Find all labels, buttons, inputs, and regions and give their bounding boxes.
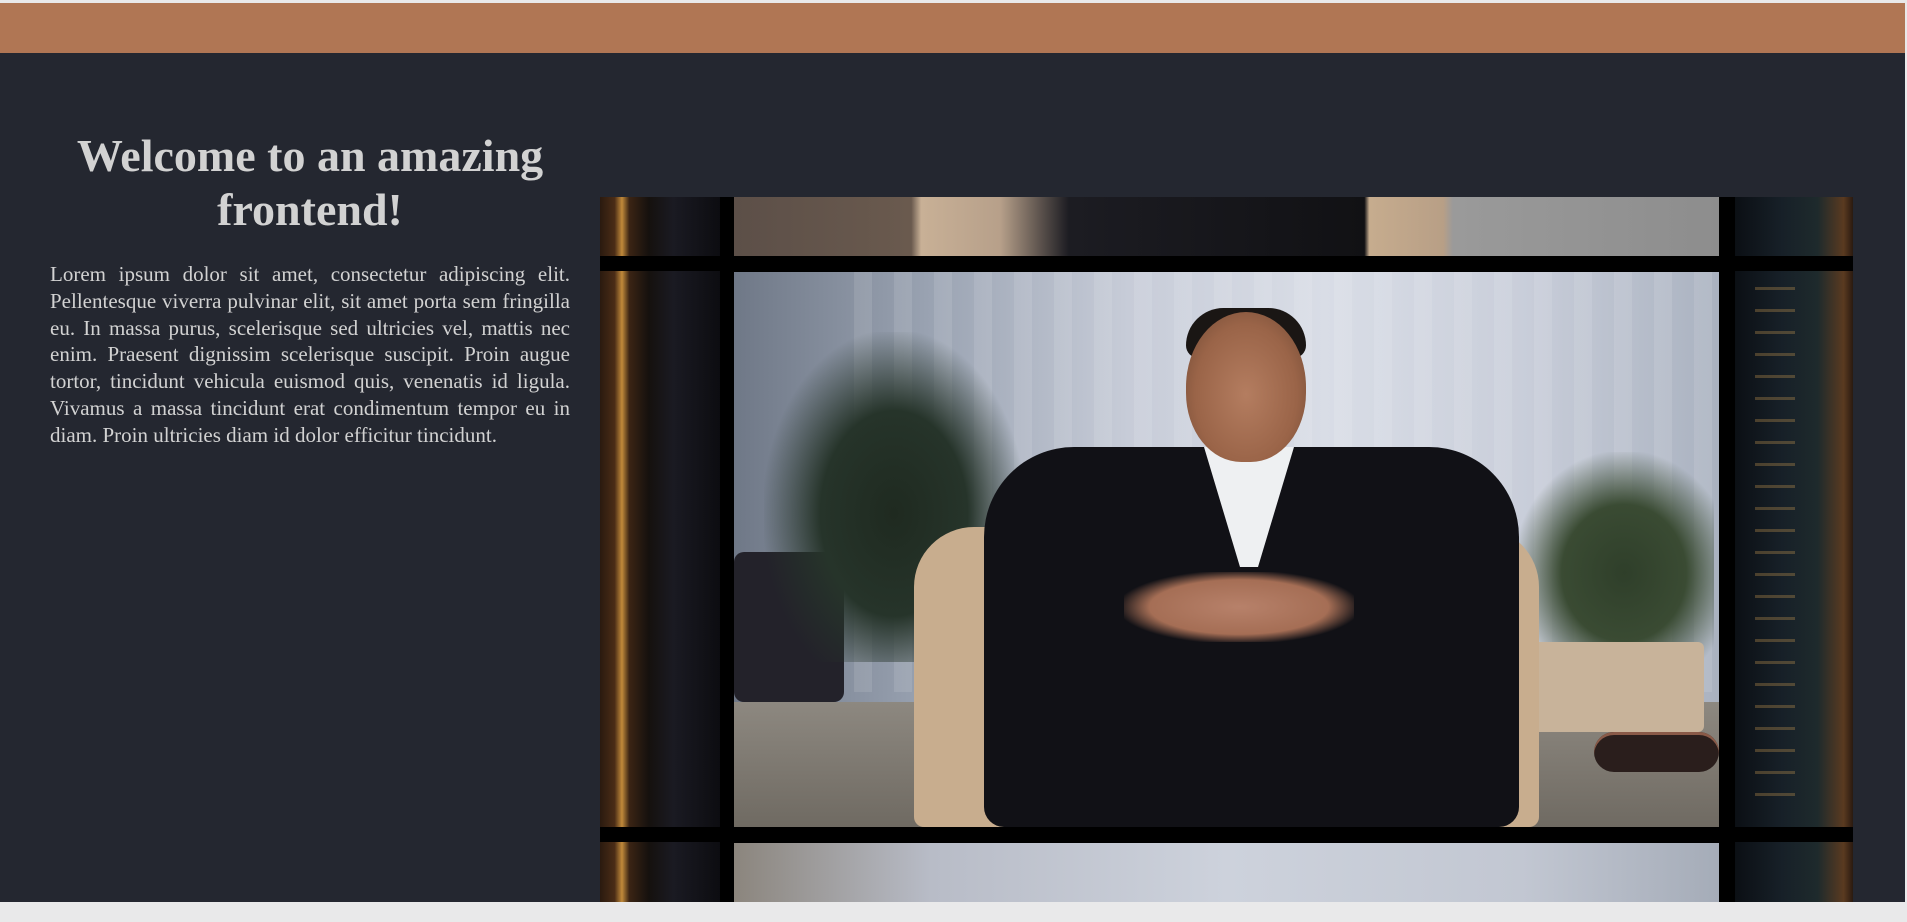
intro: Welcome to an amazing frontend! Lorem ip… bbox=[50, 129, 570, 449]
video-player[interactable] bbox=[600, 197, 1853, 902]
film-divider-left bbox=[720, 197, 734, 902]
side-table bbox=[1594, 732, 1719, 772]
ottoman bbox=[1514, 642, 1704, 732]
plant-right bbox=[1514, 452, 1714, 672]
intro-paragraph: Lorem ipsum dolor sit amet, consectetur … bbox=[50, 262, 570, 447]
video-frame-main bbox=[734, 272, 1719, 827]
top-bar bbox=[0, 3, 1905, 53]
film-strip-right bbox=[1735, 197, 1853, 902]
page-title: Welcome to an amazing frontend! bbox=[76, 130, 544, 235]
person-head bbox=[1186, 312, 1306, 462]
main-section: Welcome to an amazing frontend! Lorem ip… bbox=[0, 53, 1905, 902]
page: Welcome to an amazing frontend! Lorem ip… bbox=[0, 0, 1907, 922]
film-strip-texture bbox=[1755, 287, 1795, 807]
film-strip-left bbox=[600, 197, 722, 902]
video-frame-bottom bbox=[734, 843, 1719, 902]
film-divider-right bbox=[1719, 197, 1733, 902]
video-frame-top bbox=[734, 197, 1719, 256]
film-divider-top bbox=[600, 256, 1853, 271]
film-divider-bottom bbox=[600, 827, 1853, 842]
person-hands bbox=[1124, 572, 1354, 642]
